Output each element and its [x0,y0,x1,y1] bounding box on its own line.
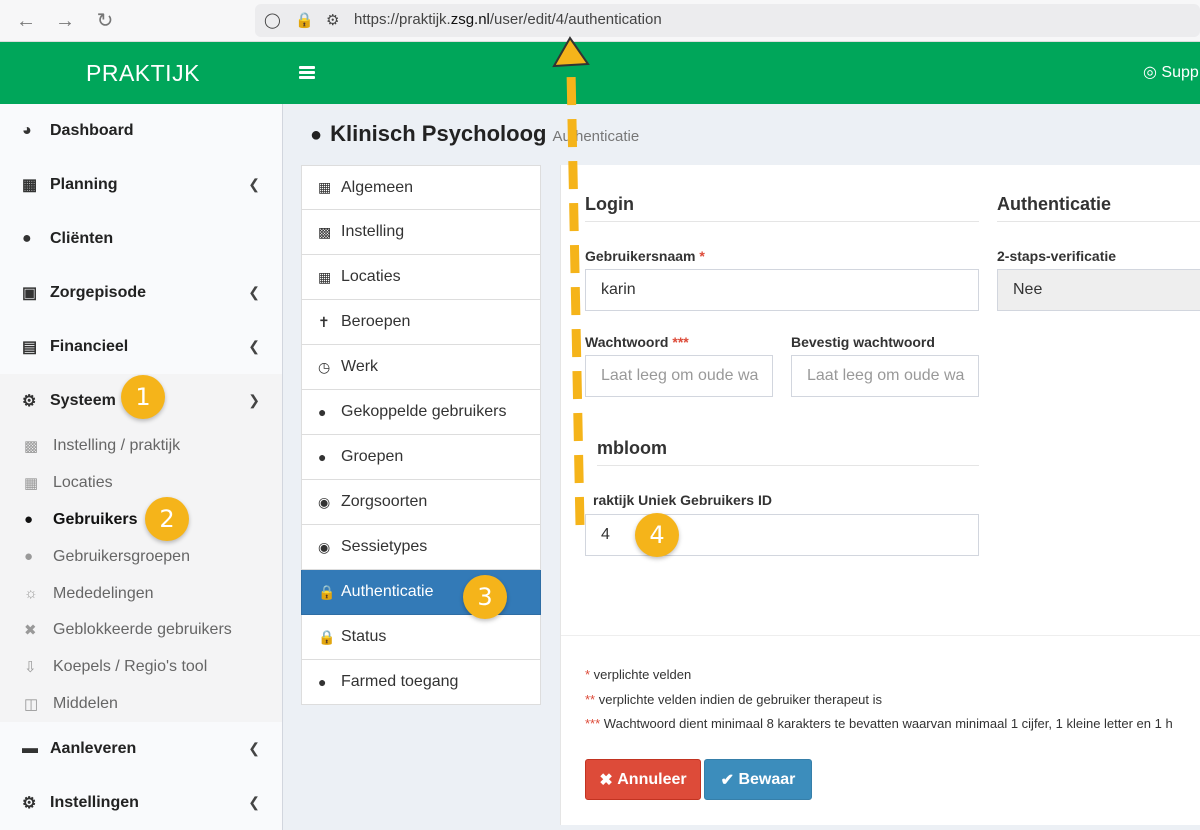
close-icon: ✖ [599,771,613,789]
medkit-icon: ▣ [22,285,38,302]
globe-icon: ◉ [318,538,331,555]
authentication-panel: Login Authenticatie Gebruikersnaam * kar… [560,165,1200,825]
building-icon: ▩ [318,223,332,240]
forward-icon[interactable]: → [53,9,77,33]
login-heading: Login [585,194,979,222]
map-icon: ▦ [318,268,332,285]
dashboard-icon: ◕ [22,122,32,139]
annotation-badge-1: 1 [121,375,165,419]
tab-instelling[interactable]: ▩ Instelling [301,210,541,255]
comments-icon: ☼ [24,585,38,603]
check-icon: ✔ [720,771,735,789]
tab-beroepen[interactable]: ✝ Beroepen [301,300,541,345]
chevron-left-icon: ❮ [248,284,260,300]
settings-tabs: ▦ Algemeen ▩ Instelling ▦ Locaties ✝ Beroepe… [301,165,541,705]
sidebar-subitem-koepels[interactable]: ⇩ Koepels / Regio's tool [0,649,282,686]
shield-icon: ◯ [264,12,281,29]
map-icon: ▦ [24,475,39,493]
annotation-badge-3: 3 [463,575,507,619]
tab-locaties[interactable]: ▦ Locaties [301,255,541,300]
cancel-button[interactable]: ✖ Annuleer [585,759,701,800]
reload-icon[interactable]: ↻ [93,9,117,33]
calendar-icon: ▦ [22,177,38,194]
note-required-therapist: ** verplichte velden indien de gebruiker… [585,692,883,707]
lock-icon: 🔒 [318,628,336,645]
tab-groepen[interactable]: ● Groepen [301,435,541,480]
confirm-password-label: Bevestig wachtwoord [791,334,935,350]
sidebar-subitem-middelen[interactable]: ◫ Middelen [0,686,282,723]
tab-algemeen[interactable]: ▦ Algemeen [301,165,541,210]
chevron-down-icon: ❯ [248,392,260,408]
chevron-left-icon: ❮ [248,176,260,192]
building-icon: ▩ [24,438,39,456]
embleem-heading: mbloom [597,438,979,466]
back-icon[interactable]: ← [14,9,38,33]
twofa-label: 2-staps-verificatie [997,248,1117,264]
user-md-icon: ● [318,674,327,690]
tab-zorgsoorten[interactable]: ◉ Zorgsoorten [301,480,541,525]
sidebar-item-planning[interactable]: ▦ Planning ❮ [0,158,282,212]
annotation-badge-4: 4 [635,513,679,557]
menu-toggle-icon[interactable] [299,66,315,80]
lock-icon: 🔒 [295,12,314,29]
brand-logo[interactable]: PRAKTIJK [86,60,200,87]
tab-gekoppelde-gebruikers[interactable]: ● Gekoppelde gebruikers [301,390,541,435]
permissions-icon[interactable]: ⚙ [326,11,339,29]
annotation-arrow [552,36,590,526]
sidebar-item-clienten[interactable]: ● Cliënten [0,212,282,266]
chevron-left-icon: ❮ [248,794,260,811]
username-input[interactable]: karin [585,269,979,311]
authenticatie-heading: Authenticatie [997,194,1200,222]
sidebar-item-aanleveren[interactable]: ▬ Aanleveren ❮ [0,722,282,776]
sidebar-subitem-gebruikers[interactable]: ● Gebruikers [0,502,282,539]
table-icon: ▦ [318,179,332,195]
annotation-badge-2: 2 [145,497,189,541]
book-icon: ▤ [22,339,38,356]
child-icon: ✝ [318,313,330,330]
sidebar-item-instellingen[interactable]: ⚙ Instellingen ❮ [0,776,282,830]
lock-icon: 🔒 [318,583,336,600]
support-link[interactable]: ◎ Supp [1143,62,1199,82]
sidebar-subitem-locaties[interactable]: ▦ Locaties [0,465,282,502]
tab-werk[interactable]: ◷ Werk [301,345,541,390]
download-icon: ⇩ [24,659,37,677]
sidebar-subitem-mededelingen[interactable]: ☼ Mededelingen [0,575,282,612]
tab-sessietypes[interactable]: ◉ Sessietypes [301,525,541,570]
tab-status[interactable]: 🔒 Status [301,615,541,660]
cog-icon: ⚙ [22,795,37,813]
divider [561,635,1200,636]
sidebar-subitem-instelling[interactable]: ▩ Instelling / praktijk [0,428,282,465]
sidebar-item-zorgepisode[interactable]: ▣ Zorgepisode ❮ [0,266,282,320]
note-required: * verplichte velden [585,667,692,682]
truck-icon: ▬ [22,740,38,758]
sidebar-item-dashboard[interactable]: ◕ Dashboard [0,104,282,158]
sidebar: ◕ Dashboard ▦ Planning ❮ ● Cliënten ▣ Zorgepi… [0,104,283,830]
user-icon: ● [318,404,327,420]
sidebar-submenu-systeem: ▩ Instelling / praktijk ▦ Locaties ● Gebrui… [0,428,282,723]
clock-icon: ◷ [318,358,331,375]
chevron-left-icon: ❮ [248,740,260,757]
sidebar-item-financieel[interactable]: ▤ Financieel ❮ [0,320,282,374]
chevron-left-icon: ❮ [248,338,260,354]
users-icon: ● [24,548,34,566]
confirm-password-input[interactable]: Laat leeg om oude wa [791,355,979,397]
twofa-select[interactable]: Nee [997,269,1200,311]
sidebar-subitem-gebruikersgroepen[interactable]: ● Gebruikersgroepen [0,538,282,575]
address-bar[interactable]: ◯ 🔒 ⚙ https://praktijk.zsg.nl/user/edit/… [255,4,1200,37]
user-icon: ● [310,124,323,146]
save-button[interactable]: ✔ Bewaar [704,759,812,800]
cubes-icon: ◫ [24,695,39,713]
users-icon: ● [318,449,327,465]
cogs-icon: ⚙ [22,393,37,410]
globe-icon: ◉ [318,493,331,510]
url-text[interactable]: https://praktijk.zsg.nl/user/edit/4/auth… [354,11,662,28]
sidebar-subitem-geblokkeerde[interactable]: ✖ Geblokkeerde gebruikers [0,612,282,649]
lifebuoy-icon: ◎ [1143,64,1157,81]
tab-farmed-toegang[interactable]: ● Farmed toegang [301,660,541,705]
user-icon: ● [22,230,32,247]
note-password-rules: *** Wachtwoord dient minimaal 8 karakter… [585,716,1173,731]
user-times-icon: ✖ [24,622,37,640]
user-icon: ● [24,511,34,529]
